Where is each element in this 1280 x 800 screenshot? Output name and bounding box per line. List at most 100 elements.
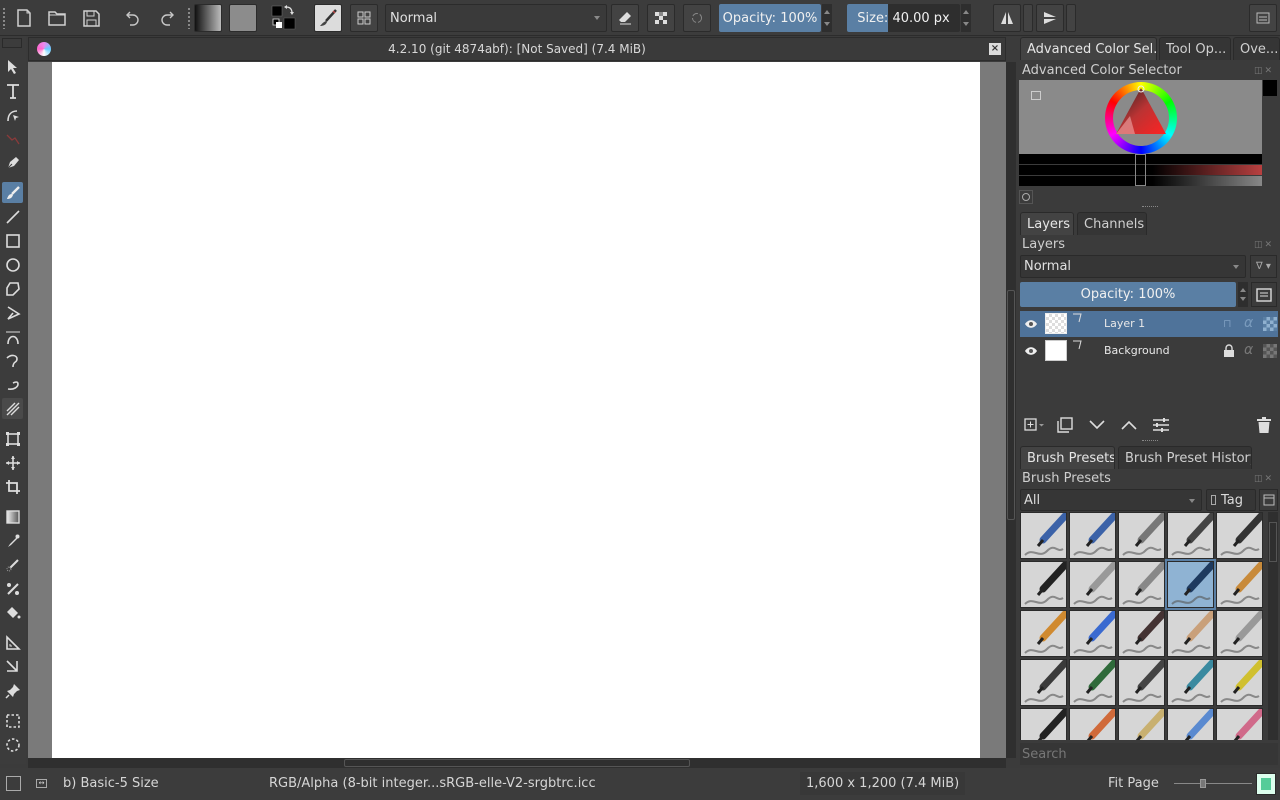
brush-preset-item[interactable] xyxy=(1216,659,1263,706)
vertical-scrollbar[interactable] xyxy=(1006,62,1016,758)
brush-preset-item[interactable] xyxy=(1069,512,1116,559)
elliptical-selection-tool[interactable] xyxy=(2,734,23,755)
canvas-only-button[interactable] xyxy=(1256,773,1276,795)
duplicate-layer-button[interactable] xyxy=(1054,416,1076,434)
opacity-slider[interactable]: Opacity: 100% xyxy=(719,4,821,32)
brush-preset-item[interactable] xyxy=(1020,512,1067,559)
slider-handle[interactable] xyxy=(1135,154,1146,186)
open-document-button[interactable] xyxy=(45,4,69,32)
assistant-tool[interactable] xyxy=(2,632,23,653)
transform-tool[interactable] xyxy=(2,428,23,449)
brush-preset-item[interactable] xyxy=(1167,708,1214,740)
tab-channels[interactable]: Channels xyxy=(1077,212,1147,235)
saturation-value-triangle[interactable] xyxy=(1105,82,1177,154)
brush-preset-item[interactable] xyxy=(1118,610,1165,657)
brush-preset-item[interactable] xyxy=(1216,610,1263,657)
zoom-slider[interactable] xyxy=(1174,779,1252,788)
preserve-alpha-button[interactable] xyxy=(647,4,675,32)
brush-preset-item[interactable] xyxy=(1118,512,1165,559)
gradient-selector[interactable] xyxy=(194,4,222,32)
brush-preset-item[interactable] xyxy=(1118,708,1165,740)
measure-tool[interactable] xyxy=(2,656,23,677)
docker-splitter[interactable] xyxy=(1142,440,1158,442)
brush-preset-item[interactable] xyxy=(1069,561,1116,608)
horizontal-scroll-thumb[interactable] xyxy=(344,759,690,767)
layer-filter-button[interactable]: ∇ ▾ xyxy=(1250,255,1277,278)
freehand-brush-tool[interactable] xyxy=(2,182,23,203)
layer-properties-button[interactable] xyxy=(1251,282,1277,307)
save-button[interactable] xyxy=(79,4,103,32)
color-swatches[interactable] xyxy=(270,4,300,32)
ellipse-tool[interactable] xyxy=(2,254,23,275)
color-profile[interactable]: RGB/Alpha (8-bit integer...sRGB-elle-V2-… xyxy=(269,776,596,791)
docker-float-close-icons[interactable]: ◫✕ xyxy=(1254,66,1274,76)
selection-mode-icon[interactable] xyxy=(6,776,21,791)
move-layer-down-button[interactable] xyxy=(1086,416,1108,434)
tab-layers[interactable]: Layers xyxy=(1020,212,1074,235)
text-tool[interactable] xyxy=(2,80,23,101)
canvas-page[interactable] xyxy=(52,62,980,758)
layer-properties-sliders-button[interactable] xyxy=(1150,416,1172,434)
brush-preset-item[interactable] xyxy=(1020,659,1067,706)
tab-brush-preset-history[interactable]: Brush Preset History xyxy=(1118,446,1252,469)
reload-preset-button[interactable] xyxy=(683,4,711,32)
select-shapes-tool[interactable] xyxy=(2,56,23,77)
multibrush-tool[interactable] xyxy=(2,398,23,419)
docker-float-close-icons[interactable]: ◫✕ xyxy=(1254,474,1274,484)
mirror-vertical-dropdown[interactable] xyxy=(1066,4,1076,32)
brush-preset-item[interactable] xyxy=(1165,559,1216,610)
freehand-path-tool[interactable] xyxy=(2,350,23,371)
current-color-swatch[interactable] xyxy=(1263,80,1277,96)
mirror-vertical-button[interactable] xyxy=(1036,4,1064,32)
brush-preset-item[interactable] xyxy=(1020,561,1067,608)
polyline-tool[interactable] xyxy=(2,302,23,323)
layer-row-layer-1[interactable]: Layer 1 ⊓ α xyxy=(1020,311,1278,337)
alpha-icon[interactable]: α xyxy=(1244,342,1253,358)
wrap-around-icon[interactable]: ↔ xyxy=(36,779,47,788)
move-layer-up-button[interactable] xyxy=(1118,416,1140,434)
alpha-icon[interactable]: α xyxy=(1244,315,1253,331)
canvas-area[interactable] xyxy=(28,62,1006,758)
color-picker-tool[interactable] xyxy=(2,530,23,551)
brush-preset-item[interactable] xyxy=(1216,512,1263,559)
preset-scrollbar[interactable] xyxy=(1268,512,1278,740)
redo-button[interactable] xyxy=(155,4,179,32)
brush-preset-item[interactable] xyxy=(1069,610,1116,657)
fill-brush-tool[interactable] xyxy=(2,152,23,173)
tab-brush-presets[interactable]: Brush Presets xyxy=(1020,446,1115,469)
image-size[interactable]: 1,600 x 1,200 (7.4 MiB) xyxy=(800,772,966,795)
fill-tool[interactable] xyxy=(2,602,23,623)
brush-preset-item[interactable] xyxy=(1216,708,1263,740)
vertical-scroll-thumb[interactable] xyxy=(1007,290,1015,520)
advanced-color-selector[interactable] xyxy=(1019,80,1262,155)
tab-overview[interactable]: Ove... xyxy=(1233,37,1280,60)
lock-icon[interactable] xyxy=(1223,344,1235,357)
dynamic-brush-tool[interactable] xyxy=(2,374,23,395)
tag-button[interactable]: Tag xyxy=(1206,489,1256,511)
brush-filter-select[interactable]: All xyxy=(1020,489,1202,511)
horizontal-scrollbar[interactable] xyxy=(28,758,1006,768)
crop-tool[interactable] xyxy=(2,476,23,497)
layer-opacity-spin-arrows[interactable] xyxy=(1238,282,1248,307)
brush-preset-item[interactable] xyxy=(1020,708,1067,740)
eye-icon[interactable] xyxy=(1024,318,1038,330)
scroll-up-arrow[interactable] xyxy=(1007,66,1015,72)
zoom-mode[interactable]: Fit Page xyxy=(1108,776,1159,791)
workspace-button[interactable] xyxy=(350,4,378,32)
close-document-button[interactable]: × xyxy=(989,43,1001,55)
inherit-alpha-icon[interactable] xyxy=(1263,344,1277,358)
toolbar-grip[interactable] xyxy=(2,7,6,29)
bezier-curve-tool[interactable] xyxy=(2,326,23,347)
reference-images-tool[interactable] xyxy=(2,680,23,701)
workspace-chooser-button[interactable] xyxy=(1249,4,1277,32)
opacity-spin-arrows[interactable] xyxy=(822,4,832,32)
brush-preset-item[interactable] xyxy=(1167,610,1214,657)
colorize-mask-tool[interactable] xyxy=(2,578,23,599)
tab-advanced-color-selector[interactable]: Advanced Color Sel... xyxy=(1020,37,1157,60)
gradient-tool[interactable] xyxy=(2,506,23,527)
tab-tool-options[interactable]: Tool Op... xyxy=(1159,37,1231,60)
brush-preset-item[interactable] xyxy=(1118,561,1165,608)
brush-preset-item[interactable] xyxy=(1118,659,1165,706)
color-history-button[interactable] xyxy=(1019,190,1033,204)
pattern-selector[interactable] xyxy=(229,4,257,32)
